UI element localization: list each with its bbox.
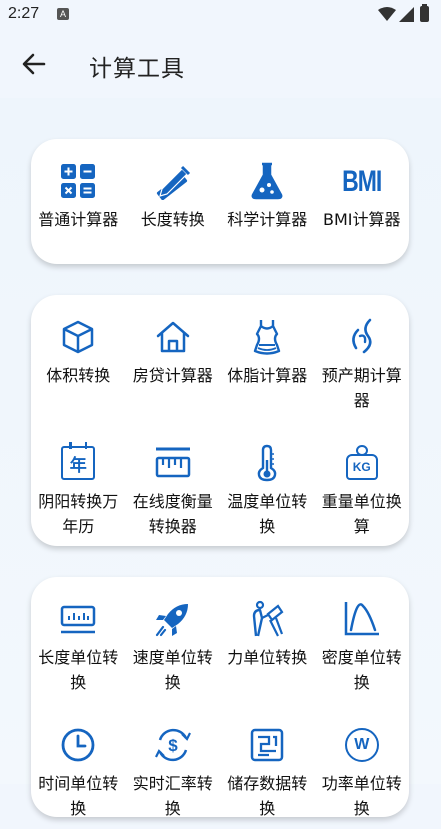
tool-label: 长度单位转换 (38, 648, 119, 692)
tool-label: 时间单位转换 (38, 774, 119, 818)
status-bar: 2:27 A (0, 0, 441, 30)
house-icon (153, 317, 193, 357)
force-icon (247, 599, 287, 639)
tool-label: 房贷计算器 (132, 366, 213, 385)
tool-time-unit-convert[interactable]: 时间单位转换 (31, 703, 126, 829)
app-bar: 计算工具 (0, 36, 441, 92)
tool-volume-convert[interactable]: 体积转换 (31, 295, 126, 421)
tool-measure-converter[interactable]: 在线度衡量转换器 (126, 421, 221, 547)
tool-label: 储存数据转换 (227, 774, 308, 818)
tool-label: 温度单位转换 (227, 492, 308, 536)
tool-label: 力单位转换 (227, 648, 308, 667)
tool-label: 长度转换 (140, 210, 205, 229)
signal-icon (399, 7, 414, 22)
tool-label: 功率单位转换 (321, 774, 402, 818)
tool-storage-data-convert[interactable]: 储存数据转换 (220, 703, 315, 829)
tool-temperature-convert[interactable]: 温度单位转换 (220, 421, 315, 547)
tool-label: 重量单位换算 (321, 492, 402, 536)
length-meter-icon (58, 599, 98, 639)
pregnancy-icon (342, 317, 382, 357)
page-title: 计算工具 (89, 56, 185, 82)
tool-label: 密度单位转换 (321, 648, 402, 692)
weight-icon-text: KG (352, 460, 371, 474)
tool-lunar-calendar[interactable]: 年 阴阳转换万年历 (31, 421, 126, 547)
power-w-icon: W (342, 725, 382, 765)
tool-weight-convert[interactable]: KG 重量单位换算 (315, 421, 410, 547)
tool-label: 普通计算器 (38, 210, 119, 229)
tool-standard-calculator[interactable]: 普通计算器 (31, 139, 126, 265)
tool-density-unit-convert[interactable]: 密度单位转换 (315, 577, 410, 703)
bmi-icon-text: BMI (342, 163, 382, 198)
tool-scientific-calculator[interactable]: 科学计算器 (220, 139, 315, 265)
tool-label: BMI计算器 (322, 210, 401, 229)
tool-length-convert[interactable]: 长度转换 (126, 139, 221, 265)
thermometer-icon (247, 443, 287, 483)
tool-card-life: 体积转换 房贷计算器 体脂计算器 预产期计算器 年 阴阳转换万年历 在线度衡量转… (31, 295, 409, 546)
tool-body-fat-calculator[interactable]: 体脂计算器 (220, 295, 315, 421)
body-fat-icon (247, 317, 287, 357)
tool-due-date-calculator[interactable]: 预产期计算器 (315, 295, 410, 421)
clock-icon (58, 725, 98, 765)
tool-label: 实时汇率转换 (132, 774, 213, 818)
currency-exchange-icon: $ (153, 725, 193, 765)
power-w-icon-text: W (354, 736, 370, 753)
rocket-icon (153, 599, 193, 639)
cube-icon (58, 317, 98, 357)
tool-card-basic: 普通计算器 长度转换 科学计算器 BMI BMI计算器 (31, 139, 409, 264)
tool-label: 在线度衡量转换器 (132, 492, 213, 536)
tool-power-unit-convert[interactable]: W 功率单位转换 (315, 703, 410, 829)
scale-ruler-icon (153, 443, 193, 483)
ruler-pencil-icon (153, 161, 193, 201)
tool-label: 预产期计算器 (321, 366, 402, 410)
tool-bmi-calculator[interactable]: BMI BMI计算器 (315, 139, 410, 265)
tool-length-unit-convert[interactable]: 长度单位转换 (31, 577, 126, 703)
tool-label: 阴阳转换万年历 (38, 492, 119, 536)
tool-force-unit-convert[interactable]: 力单位转换 (220, 577, 315, 703)
battery-icon (420, 4, 429, 22)
calendar-icon-text: 年 (69, 455, 87, 476)
tool-card-units: 长度单位转换 速度单位转换 力单位转换 密度单位转换 时间单位转换 $ 实时汇率… (31, 577, 410, 818)
tool-mortgage-calculator[interactable]: 房贷计算器 (126, 295, 221, 421)
tool-label: 体积转换 (46, 366, 111, 385)
svg-text:$: $ (168, 736, 178, 755)
flask-icon (247, 161, 287, 201)
density-curve-icon (342, 599, 382, 639)
notification-icon: A (57, 8, 69, 20)
calculator-icon (58, 161, 98, 201)
tool-label: 科学计算器 (227, 210, 308, 229)
tool-label: 速度单位转换 (132, 648, 213, 692)
tool-exchange-rate-convert[interactable]: $ 实时汇率转换 (126, 703, 221, 829)
storage-icon (247, 725, 287, 765)
wifi-icon (378, 7, 396, 21)
back-arrow-icon[interactable] (20, 50, 48, 78)
calendar-icon: 年 (58, 442, 98, 483)
tool-speed-unit-convert[interactable]: 速度单位转换 (126, 577, 221, 703)
tool-label: 体脂计算器 (227, 366, 308, 385)
status-time: 2:27 (8, 5, 40, 22)
bmi-icon: BMI (342, 161, 382, 201)
weight-icon: KG (342, 443, 382, 483)
